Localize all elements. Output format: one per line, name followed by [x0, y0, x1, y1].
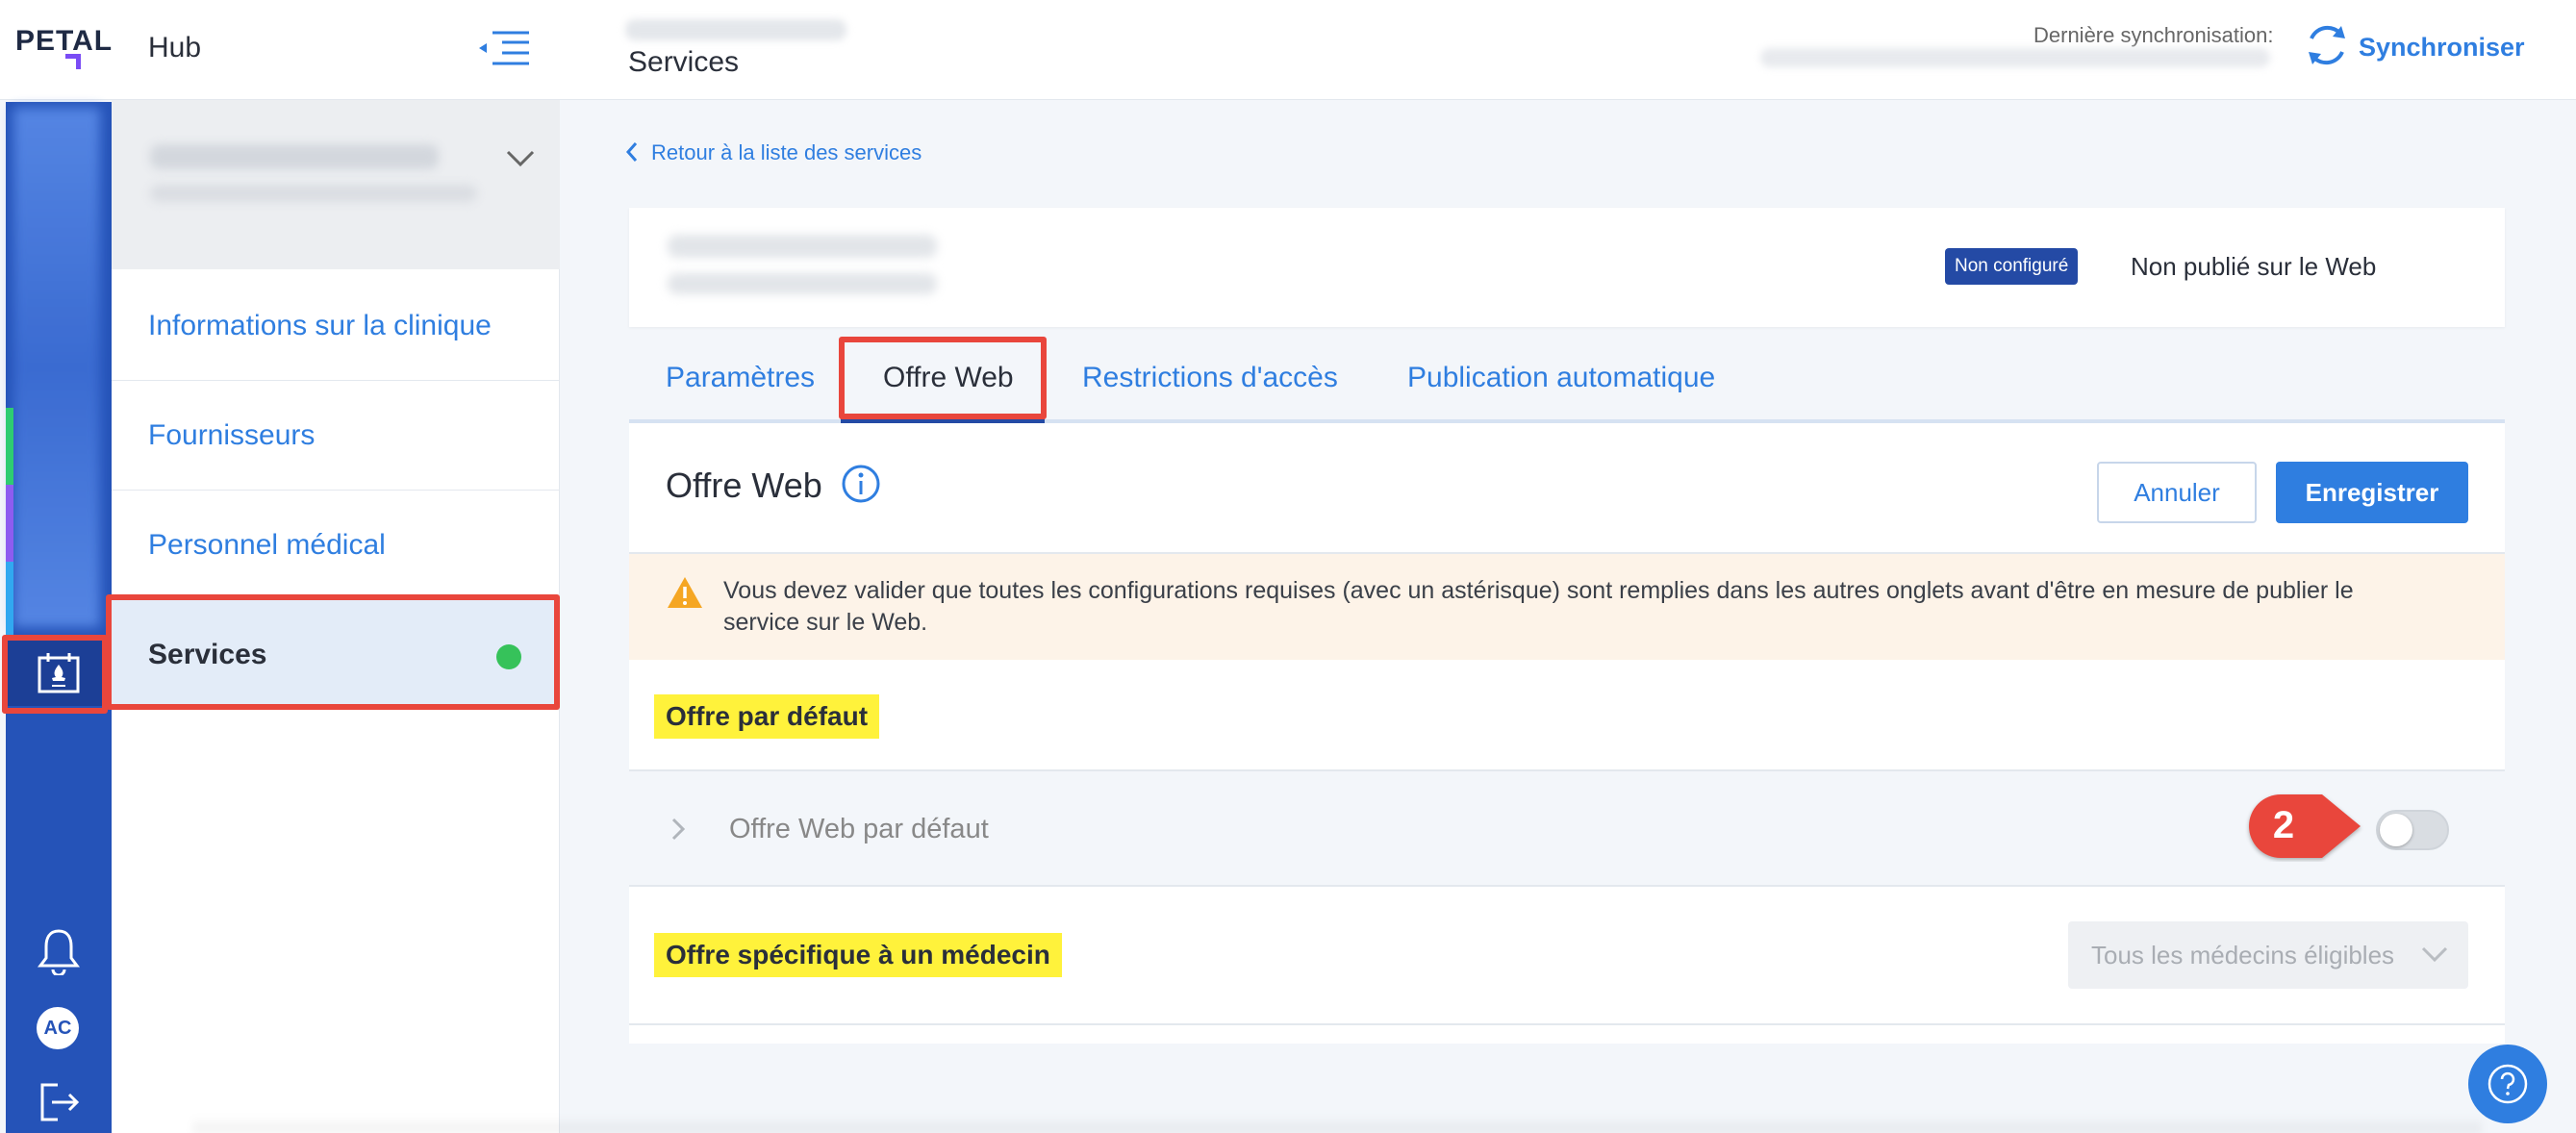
- sync-button[interactable]: Synchroniser: [2359, 33, 2525, 63]
- blurred-clinic-name: [625, 19, 846, 40]
- hub-title: Hub: [148, 32, 202, 63]
- warning-icon: [668, 577, 702, 608]
- blurred-service-name: [668, 235, 937, 258]
- chevron-left-icon[interactable]: [625, 140, 639, 164]
- bottom-scroll-shadow: [192, 1116, 2482, 1133]
- cancel-button[interactable]: Annuler: [2097, 462, 2257, 523]
- doctor-select[interactable]: Tous les médecins éligibles: [2068, 921, 2468, 989]
- user-avatar[interactable]: AC: [37, 1007, 79, 1049]
- help-icon: [2488, 1064, 2528, 1104]
- step-marker: 2: [2249, 794, 2361, 858]
- toggle-knob: [2380, 814, 2412, 846]
- doctor-select-value: Tous les médecins éligibles: [2091, 941, 2395, 969]
- notifications-bell-icon[interactable]: [37, 927, 81, 975]
- warning-text: Vous devez valider que toutes les config…: [723, 577, 2354, 636]
- rail-stripe-purple: [6, 485, 13, 562]
- blurred-rail-icons: [13, 108, 100, 627]
- publish-status: Non publié sur le Web: [2131, 252, 2377, 281]
- save-button[interactable]: Enregistrer: [2276, 462, 2468, 523]
- rail-stripe-blue: [6, 562, 13, 639]
- section-title-default: Offre par défaut: [654, 694, 880, 739]
- tab-restrictions[interactable]: Restrictions d'accès: [1082, 362, 1338, 394]
- logout-icon[interactable]: [38, 1081, 83, 1123]
- highlight-box-tab: [839, 337, 1047, 419]
- nav-item-label: Personnel médical: [148, 529, 386, 561]
- blurred-sync-date: [1760, 48, 2270, 67]
- chevron-down-icon: [2421, 946, 2448, 963]
- tab-publication-auto[interactable]: Publication automatique: [1407, 362, 1715, 394]
- petal-logo: PETAL: [15, 25, 114, 57]
- default-offer-label: Offre Web par défaut: [729, 814, 989, 844]
- blurred-clinic-selector-name: [150, 144, 439, 169]
- nav-item-label: Fournisseurs: [148, 419, 316, 451]
- sync-icon[interactable]: [2303, 21, 2351, 69]
- last-sync-label: Dernière synchronisation:: [2033, 23, 2274, 47]
- blurred-clinic-selector-sub: [150, 185, 477, 202]
- logo-mark-icon: [65, 54, 81, 69]
- default-offer-toggle[interactable]: [2376, 810, 2449, 850]
- blurred-service-name-sub: [668, 273, 937, 294]
- nav-item-suppliers[interactable]: Fournisseurs: [112, 381, 560, 491]
- section-title-doctor: Offre spécifique à un médecin: [654, 933, 1062, 977]
- nav-item-clinic-info[interactable]: Informations sur la clinique: [112, 271, 560, 381]
- collapse-sidebar-icon[interactable]: [477, 29, 531, 67]
- help-button[interactable]: [2468, 1045, 2547, 1123]
- chevron-down-icon[interactable]: [504, 144, 537, 171]
- back-to-services-link[interactable]: Retour à la liste des services: [651, 140, 922, 165]
- highlight-box-services: [106, 594, 560, 710]
- status-badge: Non configuré: [1945, 248, 2079, 285]
- rail-stripe-green: [6, 408, 13, 485]
- panel-title: Offre Web: [666, 466, 822, 505]
- page-title: Services: [628, 46, 740, 78]
- nav-item-label: Informations sur la clinique: [148, 310, 492, 341]
- tab-parametres[interactable]: Paramètres: [666, 362, 815, 394]
- highlight-box-rail: [2, 635, 108, 714]
- info-icon[interactable]: [841, 464, 881, 504]
- step-number: 2: [2273, 804, 2294, 846]
- chevron-right-icon[interactable]: [669, 816, 687, 843]
- divider: [629, 1023, 2505, 1025]
- nav-item-medical-staff[interactable]: Personnel médical: [112, 491, 560, 600]
